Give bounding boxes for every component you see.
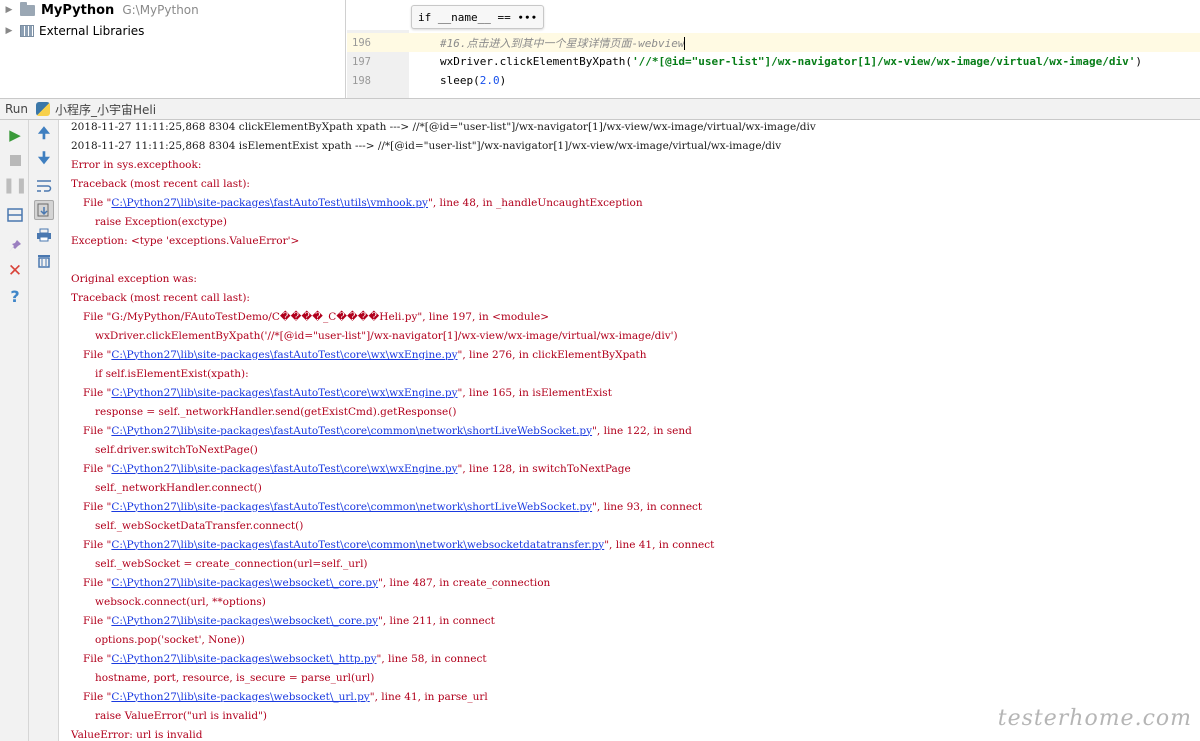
code-line[interactable]: 198 sleep(2.0) [347, 71, 1200, 90]
python-icon [36, 102, 51, 116]
code-paren: ) [499, 74, 507, 87]
console-error-line: File "G:/MyPython/FAutoTestDemo/C����_C�… [83, 310, 550, 323]
text-caret [684, 37, 686, 50]
traceback-file-line: File " C:\Python27\lib\site-packages\webs… [83, 690, 488, 703]
restore-layout-icon[interactable] [5, 205, 25, 225]
code-line[interactable]: 197 wxDriver.clickElementByXpath('//*[@i… [347, 52, 1200, 71]
code-comment: #16.点击进入到其中一个星球详情页面-webview [440, 36, 685, 50]
folder-icon [20, 1, 35, 16]
close-icon[interactable]: ✕ [5, 261, 25, 281]
project-root-node[interactable]: ▶ MyPython G:\MyPython [0, 0, 199, 20]
expand-arrow-icon[interactable]: ▶ [3, 4, 15, 16]
console-error-line: hostname, port, resource, is_secure = pa… [95, 671, 375, 684]
console-error-line: Traceback (most recent call last): [71, 291, 250, 304]
line-number: 196 [352, 36, 371, 49]
line-number: 197 [352, 55, 371, 68]
traceback-file-line: File " C:\Python27\lib\site-packages\webs… [83, 614, 495, 627]
console-error-line: self.driver.switchToNextPage() [95, 443, 258, 456]
scroll-to-end-icon[interactable] [34, 200, 54, 220]
traceback-file-link[interactable]: C:\Python27\lib\site-packages\websocket\… [111, 653, 376, 665]
stop-icon[interactable] [5, 150, 25, 170]
console-output[interactable]: 2018-11-27 11:11:25,868 8304 clickElemen… [60, 120, 1200, 741]
arrow-down-icon[interactable]: 🠋 [34, 149, 54, 170]
traceback-file-link[interactable]: C:\Python27\lib\site-packages\websocket\… [111, 691, 369, 703]
console-log-line: 2018-11-27 11:11:25,868 8304 isElementEx… [71, 139, 782, 152]
pause-icon[interactable]: ❚❚ [2, 175, 27, 195]
code-number: 2.0 [479, 74, 500, 87]
print-icon[interactable] [34, 225, 54, 245]
soft-wrap-icon[interactable] [34, 175, 54, 195]
pin-icon[interactable] [5, 236, 25, 256]
traceback-file-line: File " C:\Python27\lib\site-packages\webs… [83, 576, 551, 589]
traceback-file-line: File " C:\Python27\lib\site-packages\fast… [83, 424, 692, 437]
expand-arrow-icon[interactable]: ▶ [3, 25, 15, 37]
code-paren: ) [1135, 55, 1143, 68]
traceback-file-link[interactable]: C:\Python27\lib\site-packages\websocket\… [111, 577, 378, 589]
project-path: G:\MyPython [122, 3, 199, 17]
traceback-file-line: File " C:\Python27\lib\site-packages\fast… [83, 538, 715, 551]
console-error-line: if self.isElementExist(xpath): [95, 367, 249, 380]
watermark: testerhome.com [997, 706, 1192, 731]
console-log-line: 2018-11-27 11:11:25,868 8304 clickElemen… [71, 120, 816, 133]
run-label: Run [5, 102, 29, 116]
traceback-file-link[interactable]: C:\Python27\lib\site-packages\fastAutoTe… [111, 463, 457, 475]
console-error-line: Original exception was: [71, 272, 197, 285]
console-error-line: Exception: <type 'exceptions.ValueError'… [71, 234, 300, 247]
code-string: '//*[@id="user-list"]/wx-navigator[1]/wx… [632, 55, 1136, 68]
editor-breadcrumb[interactable]: if __name__ == ∙∙∙ [411, 5, 545, 29]
traceback-file-line: File " C:\Python27\lib\site-packages\fast… [83, 196, 643, 209]
console-error-line: response = self._networkHandler.send(get… [95, 405, 457, 418]
code-call: sleep( [440, 74, 480, 87]
run-config-tab[interactable]: 小程序_小宇宙Heli [55, 101, 156, 118]
console-error-line: self._networkHandler.connect() [95, 481, 262, 494]
console-error-line: self._webSocket = create_connection(url=… [95, 557, 368, 570]
console-error-line: options.pop('socket', None)) [95, 633, 245, 646]
traceback-file-link[interactable]: C:\Python27\lib\site-packages\fastAutoTe… [111, 349, 457, 361]
play-icon[interactable]: ▶ [5, 125, 25, 145]
help-icon[interactable]: ? [5, 286, 25, 306]
external-libraries-label: External Libraries [39, 24, 145, 38]
project-pane: ▶ MyPython G:\MyPython ▶ External Librar… [0, 0, 346, 98]
code-editor[interactable]: if __name__ == ∙∙∙ 196 #16.点击进入到其中一个星球详情… [347, 0, 1200, 98]
trash-icon[interactable] [34, 250, 54, 270]
run-toolbar: ▶ ❚❚ ✕ ? [0, 120, 29, 741]
code-call: wxDriver.clickElementByXpath( [440, 55, 633, 68]
console-error-line: Traceback (most recent call last): [71, 177, 250, 190]
console-error-line: wxDriver.clickElementByXpath('//*[@id="u… [95, 329, 678, 342]
project-name: MyPython [41, 2, 115, 18]
code-line[interactable]: 196 #16.点击进入到其中一个星球详情页面-webview [347, 33, 1200, 52]
run-tool-window-header: Run 小程序_小宇宙Heli [0, 98, 1200, 120]
console-error-line: raise Exception(exctype) [95, 215, 227, 228]
console-error-line: websock.connect(url, **options) [95, 595, 266, 608]
arrow-up-icon[interactable]: 🠉 [34, 124, 54, 145]
traceback-file-link[interactable]: C:\Python27\lib\site-packages\fastAutoTe… [111, 539, 604, 551]
traceback-file-link[interactable]: C:\Python27\lib\site-packages\fastAutoTe… [111, 197, 428, 209]
line-number: 198 [352, 74, 371, 87]
console-toolbar: 🠉 🠋 [29, 120, 59, 741]
traceback-file-line: File " C:\Python27\lib\site-packages\fast… [83, 462, 631, 475]
traceback-file-link[interactable]: C:\Python27\lib\site-packages\fastAutoTe… [111, 425, 592, 437]
console-error-line: self._webSocketDataTransfer.connect() [95, 519, 304, 532]
traceback-file-link[interactable]: C:\Python27\lib\site-packages\fastAutoTe… [111, 387, 457, 399]
traceback-file-link[interactable]: C:\Python27\lib\site-packages\fastAutoTe… [111, 501, 592, 513]
console-error-line: raise ValueError("url is invalid") [95, 709, 267, 722]
library-icon [20, 25, 34, 37]
console-error-line: ValueError: url is invalid [71, 728, 203, 741]
console-error-line: Error in sys.excepthook: [71, 158, 202, 171]
external-libraries-node[interactable]: ▶ External Libraries [0, 21, 145, 41]
traceback-file-link[interactable]: C:\Python27\lib\site-packages\websocket\… [111, 615, 378, 627]
traceback-file-line: File " C:\Python27\lib\site-packages\fast… [83, 386, 612, 399]
traceback-file-line: File " C:\Python27\lib\site-packages\fast… [83, 500, 703, 513]
traceback-file-line: File " C:\Python27\lib\site-packages\fast… [83, 348, 647, 361]
traceback-file-line: File " C:\Python27\lib\site-packages\webs… [83, 652, 487, 665]
